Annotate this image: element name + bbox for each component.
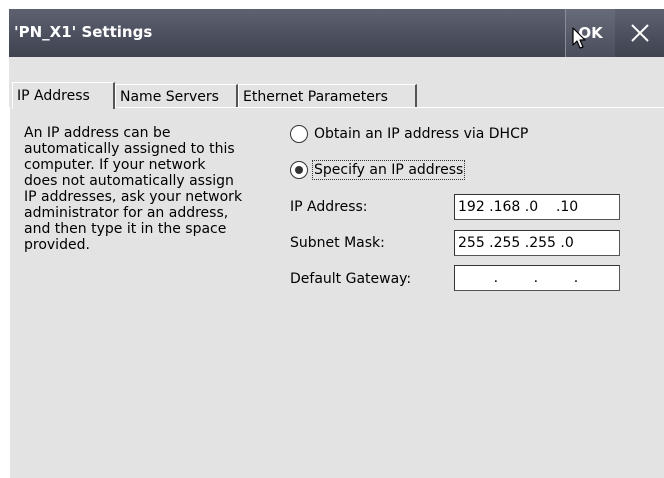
ip-address-label: IP Address: xyxy=(290,199,368,215)
close-icon xyxy=(631,24,649,42)
default-gateway-input[interactable]: . . . xyxy=(454,265,620,291)
settings-window: 'PN_X1' Settings OK IP Address Name Serv… xyxy=(9,9,664,478)
radio-selected-dot xyxy=(295,166,303,174)
panel-left-border xyxy=(9,107,10,478)
dhcp-label: Obtain an IP address via DHCP xyxy=(314,126,529,142)
description-line: does not automatically assign xyxy=(24,173,234,189)
tab-ethernet-parameters[interactable]: Ethernet Parameters xyxy=(238,84,417,108)
description-line: automatically assigned to this xyxy=(24,141,235,157)
subnet-mask-label: Subnet Mask: xyxy=(290,235,385,251)
manual-ip-option[interactable]: Specify an IP address xyxy=(290,159,466,181)
description-line: provided. xyxy=(24,237,90,253)
tab-name-servers[interactable]: Name Servers xyxy=(115,84,238,108)
ok-button[interactable]: OK xyxy=(565,9,615,57)
tab-ip-address[interactable]: IP Address xyxy=(12,82,115,109)
manual-ip-label: Specify an IP address xyxy=(311,160,466,180)
close-button[interactable] xyxy=(616,9,664,57)
default-gateway-label: Default Gateway: xyxy=(290,271,412,287)
description-line: An IP address can be xyxy=(24,125,171,141)
description-line: IP addresses, ask your network xyxy=(24,189,243,205)
ip-address-input[interactable]: 192 .168 .0 .10 xyxy=(454,194,620,220)
description-line: and then type it in the space xyxy=(24,221,227,237)
subnet-mask-input[interactable]: 255 .255 .255 .0 xyxy=(454,230,620,256)
tab-label: IP Address xyxy=(17,88,90,104)
dhcp-option[interactable]: Obtain an IP address via DHCP xyxy=(290,123,528,145)
tab-label: Name Servers xyxy=(120,88,219,105)
panel-top-border xyxy=(117,107,664,108)
dhcp-radio[interactable] xyxy=(290,125,308,143)
manual-ip-radio[interactable] xyxy=(290,161,308,179)
description-line: computer. If your network xyxy=(24,157,206,173)
ip-description: An IP address can be automatically assig… xyxy=(24,125,279,253)
description-line: administrator for an address, xyxy=(24,205,229,221)
window-title: 'PN_X1' Settings xyxy=(14,23,153,41)
tab-label: Ethernet Parameters xyxy=(243,88,388,105)
title-bar: 'PN_X1' Settings OK xyxy=(9,9,664,57)
tab-strip: IP Address Name Servers Ethernet Paramet… xyxy=(9,57,664,109)
